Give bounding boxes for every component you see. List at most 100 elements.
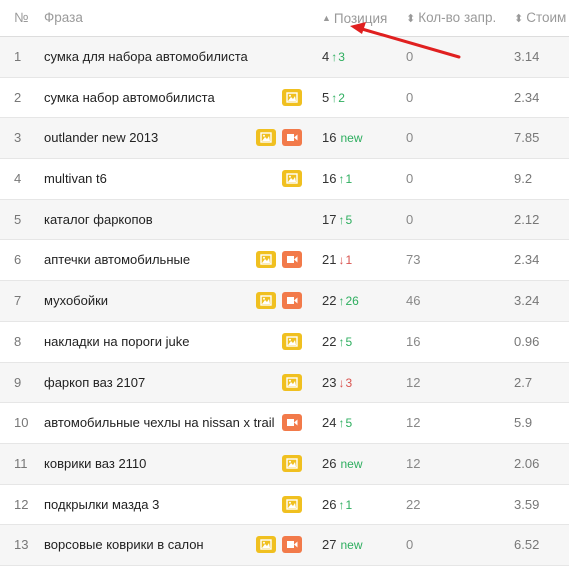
row-position: 22 ↑26: [322, 281, 359, 321]
position-value: 22: [322, 333, 337, 349]
row-number: 10: [14, 415, 29, 431]
position-value: 23: [322, 374, 337, 390]
row-position: 21 ↓1: [322, 240, 352, 280]
row-query-count: 0: [406, 537, 414, 553]
row-query-count: 73: [406, 252, 421, 268]
row-cost: 6.52: [514, 537, 540, 553]
position-change: 3: [338, 50, 345, 64]
position-change: 1: [345, 253, 353, 268]
column-position-header[interactable]: ▲ Позиция: [322, 0, 387, 36]
sort-both-icon: ⬍: [406, 13, 416, 25]
column-number-header: №: [14, 10, 29, 25]
row-cost: 0.96: [514, 333, 540, 349]
column-cost-label: Стоим: [526, 10, 567, 25]
table-row[interactable]: 3 outlander new 2013 16 new 0 7.85: [0, 118, 569, 160]
table-row[interactable]: 9 фаркоп ваз 2107 23 ↓3 12 2.7: [0, 362, 569, 404]
row-phrase[interactable]: подкрылки мазда 3: [44, 485, 159, 525]
image-icon[interactable]: [282, 454, 302, 472]
table-row[interactable]: 8 накладки на пороги juke 22 ↑5 16 0.96: [0, 322, 569, 363]
position-change: 3: [345, 375, 353, 390]
column-phrase-header[interactable]: Фраза: [44, 0, 83, 36]
table-row[interactable]: 11 коврики ваз 2110 26 new 12 2.06: [0, 443, 569, 485]
image-icon[interactable]: [256, 536, 276, 554]
row-query-count: 46: [406, 293, 421, 309]
video-camera-icon[interactable]: [282, 251, 302, 269]
row-number: 6: [14, 252, 22, 268]
row-cost: 9.2: [514, 171, 533, 187]
row-number: 3: [14, 130, 22, 146]
row-phrase[interactable]: мухобойки: [44, 281, 108, 321]
row-position: 23 ↓3: [322, 363, 352, 403]
column-count-header[interactable]: ⬍ Кол-во запр.: [406, 0, 496, 36]
table-row[interactable]: 12 подкрылки мазда 3 26 ↑1 22 3.59: [0, 485, 569, 526]
row-position: 24 ↑5: [322, 403, 352, 443]
table-row[interactable]: 13 ворсовые коврики в салон 27 new 0 6.52: [0, 525, 569, 566]
row-number: 12: [14, 496, 29, 512]
position-change: 26: [345, 294, 359, 309]
row-query-count: 12: [406, 374, 421, 390]
row-phrase[interactable]: накладки на пороги juke: [44, 322, 189, 362]
row-query-count: 0: [406, 49, 414, 64]
row-position: 5 ↑2: [322, 78, 345, 118]
row-phrase[interactable]: outlander new 2013: [44, 118, 158, 158]
row-position: 27 new: [322, 525, 362, 565]
image-icon[interactable]: [256, 129, 276, 147]
arrow-up-icon: ↑: [338, 497, 345, 512]
image-icon[interactable]: [256, 292, 276, 310]
column-count-label: Кол-во запр.: [418, 10, 497, 25]
table-row[interactable]: 7 мухобойки 22 ↑26 46 3.24: [0, 281, 569, 322]
row-number: 2: [14, 89, 22, 105]
row-phrase[interactable]: фаркоп ваз 2107: [44, 363, 145, 403]
row-query-count: 0: [406, 211, 414, 227]
position-new-badge: new: [340, 456, 363, 471]
row-number: 11: [14, 455, 28, 471]
table-row[interactable]: 4 multivan t6 16 ↑1 0 9.2: [0, 159, 569, 200]
video-camera-icon[interactable]: [282, 414, 302, 432]
table-row[interactable]: 1 сумка для набора автомобилиста 4 ↑3 0 3.14: [0, 37, 569, 78]
image-icon[interactable]: [282, 88, 302, 106]
row-number: 4: [14, 171, 22, 187]
image-icon[interactable]: [282, 495, 302, 513]
image-icon[interactable]: [282, 170, 302, 188]
row-phrase[interactable]: сумка набор автомобилиста: [44, 78, 215, 118]
row-phrase[interactable]: автомобильные чехлы на nissan x trail: [44, 403, 275, 443]
row-query-count: 0: [406, 89, 414, 105]
row-query-count: 0: [406, 130, 414, 146]
column-cost-header[interactable]: ⬍ Стоим: [514, 0, 566, 36]
row-phrase[interactable]: коврики ваз 2110: [44, 444, 146, 484]
row-cost: 2.12: [514, 211, 540, 227]
video-camera-icon[interactable]: [282, 536, 302, 554]
row-phrase[interactable]: ворсовые коврики в салон: [44, 525, 204, 565]
row-query-count: 12: [406, 415, 421, 431]
image-icon[interactable]: [282, 373, 302, 391]
table-row[interactable]: 2 сумка набор автомобилиста 5 ↑2 0 2.34: [0, 78, 569, 119]
image-icon[interactable]: [256, 251, 276, 269]
video-camera-icon[interactable]: [282, 129, 302, 147]
row-phrase[interactable]: каталог фаркопов: [44, 200, 153, 240]
position-new-badge: new: [340, 538, 363, 553]
arrow-up-icon: ↑: [331, 90, 338, 105]
arrow-down-icon: ↓: [338, 375, 345, 390]
position-value: 5: [322, 89, 330, 105]
table-row[interactable]: 6 аптечки автомобильные 21 ↓1 73 2.34: [0, 240, 569, 282]
position-change: 2: [338, 90, 345, 105]
table-row[interactable]: 5 каталог фаркопов 17 ↑5 0 2.12: [0, 199, 569, 241]
row-phrase[interactable]: multivan t6: [44, 159, 107, 199]
position-change: 1: [345, 497, 353, 512]
position-new-badge: new: [340, 131, 363, 146]
position-change: 5: [345, 416, 353, 431]
position-value: 16: [322, 130, 337, 146]
row-cost: 3.59: [514, 496, 540, 512]
image-icon[interactable]: [282, 332, 302, 350]
row-position: 22 ↑5: [322, 322, 352, 362]
row-number: 8: [14, 333, 22, 349]
arrow-up-icon: ↑: [338, 172, 345, 187]
row-phrase[interactable]: аптечки автомобильные: [44, 240, 190, 280]
position-value: 21: [322, 252, 337, 268]
column-position-label: Позиция: [333, 11, 388, 26]
row-phrase[interactable]: сумка для набора автомобилиста: [44, 37, 248, 77]
row-cost: 2.34: [514, 252, 540, 268]
row-number: 7: [14, 293, 22, 309]
video-camera-icon[interactable]: [282, 292, 302, 310]
table-row[interactable]: 10 автомобильные чехлы на nissan x trail 2…: [0, 403, 569, 444]
